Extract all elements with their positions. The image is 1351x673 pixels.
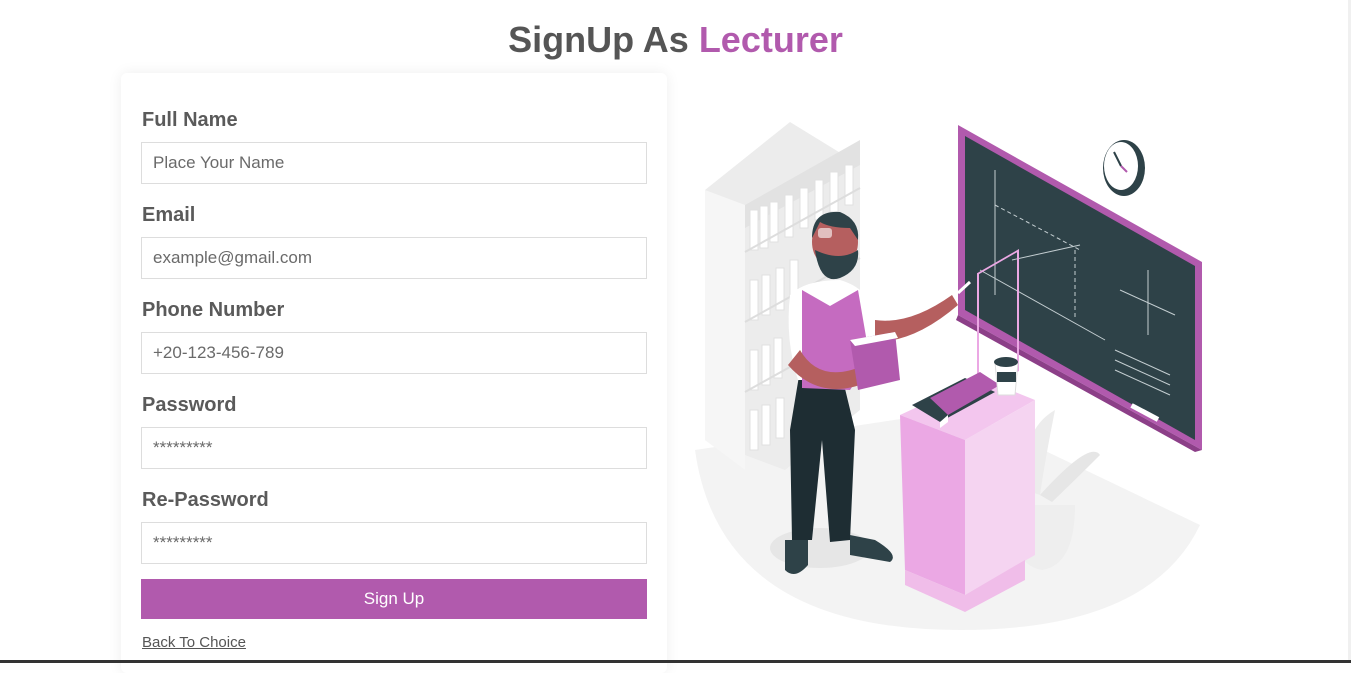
coffee-cup-icon xyxy=(994,357,1019,396)
full-name-input[interactable] xyxy=(141,142,647,184)
back-to-choice-link[interactable]: Back To Choice xyxy=(142,634,246,651)
password-input[interactable] xyxy=(141,427,647,469)
email-label: Email xyxy=(142,204,196,226)
phone-label: Phone Number xyxy=(142,299,285,321)
email-input[interactable] xyxy=(141,237,647,279)
clock-icon xyxy=(1103,140,1145,196)
title-accent: Lecturer xyxy=(698,19,843,60)
signup-form-card: Full Name Email Phone Number Password Re… xyxy=(121,73,667,673)
re-password-input[interactable] xyxy=(141,522,647,564)
password-label: Password xyxy=(142,394,237,416)
sign-up-button[interactable]: Sign Up xyxy=(141,579,647,619)
lecturer-at-chalkboard-illustration xyxy=(695,122,1202,630)
phone-input[interactable] xyxy=(141,332,647,374)
page-title: SignUp As Lecturer xyxy=(0,19,1351,61)
full-name-label: Full Name xyxy=(142,109,238,131)
re-password-label: Re-Password xyxy=(142,489,269,511)
title-prefix: SignUp As xyxy=(508,19,689,60)
